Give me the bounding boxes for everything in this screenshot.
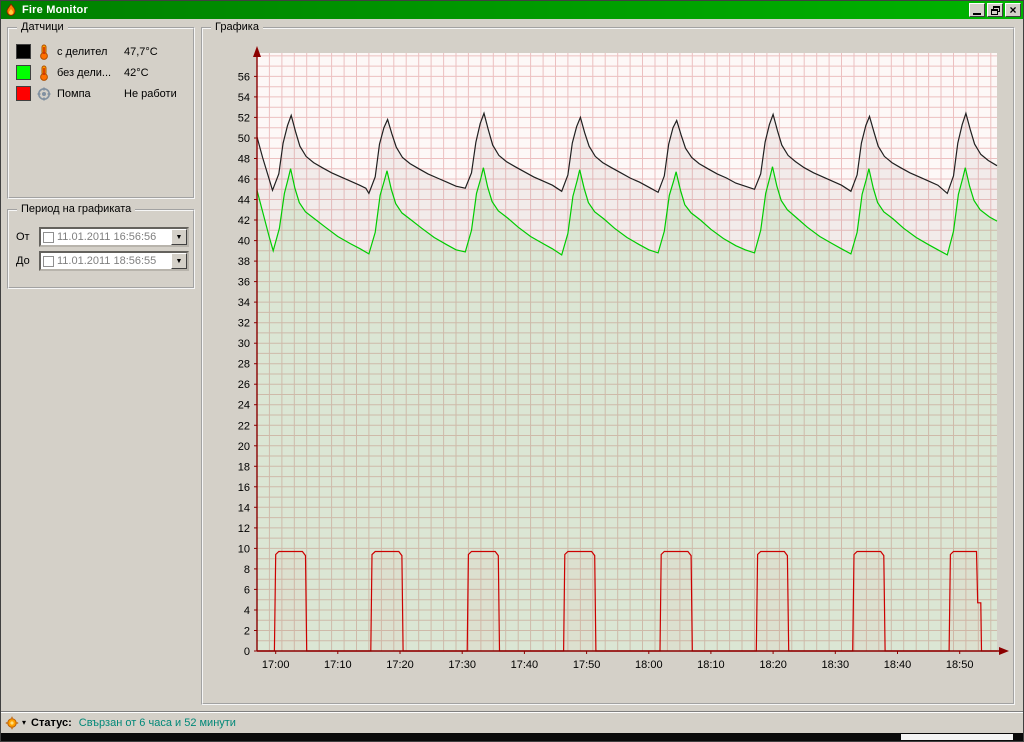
svg-text:17:00: 17:00 (262, 659, 290, 671)
sensor-value: 47,7°C (124, 46, 158, 58)
svg-text:18:00: 18:00 (635, 659, 663, 671)
pump-icon (36, 86, 52, 102)
svg-text:52: 52 (238, 112, 250, 124)
svg-text:18:50: 18:50 (946, 659, 974, 671)
titlebar[interactable]: Fire Monitor × (1, 1, 1023, 19)
svg-text:26: 26 (238, 379, 250, 391)
svg-text:44: 44 (238, 195, 250, 207)
svg-text:0: 0 (244, 646, 250, 658)
svg-text:18:10: 18:10 (697, 659, 725, 671)
sensor-value: 42°C (124, 67, 149, 79)
svg-text:10: 10 (238, 543, 250, 555)
period-to-row: До 11.01.2011 18:56:55 ▼ (9, 249, 193, 273)
graph-svg: 0246810121416182022242628303234363840424… (205, 39, 1011, 693)
graph-groupbox: Графика 02468101214161820222426283032343… (201, 27, 1015, 705)
graph-legend: Графика (211, 21, 263, 33)
svg-text:22: 22 (238, 420, 250, 432)
restore-icon (991, 6, 1000, 15)
sensors-groupbox: Датчици с делител 47,7°C без дели (7, 27, 195, 199)
svg-text:4: 4 (244, 605, 250, 617)
sensor-row-divider: с делител 47,7°C (9, 41, 193, 62)
status-dropdown-icon[interactable]: ▾ (22, 719, 26, 727)
svg-text:8: 8 (244, 564, 250, 576)
svg-text:17:40: 17:40 (511, 659, 539, 671)
svg-text:17:10: 17:10 (324, 659, 352, 671)
sensors-legend: Датчици (17, 21, 68, 33)
svg-text:18: 18 (238, 461, 250, 473)
period-to-label: До (16, 255, 34, 267)
status-icon (5, 716, 19, 730)
sensor-value: Не работи (124, 88, 177, 100)
svg-text:38: 38 (238, 256, 250, 268)
sensor-row-pump: Помпа Не работи (9, 83, 193, 104)
svg-text:14: 14 (238, 502, 250, 514)
chevron-down-icon[interactable]: ▼ (171, 229, 187, 245)
svg-text:46: 46 (238, 174, 250, 186)
close-icon: × (1009, 5, 1016, 15)
status-label: Статус: (31, 717, 72, 729)
period-from-row: От 11.01.2011 16:56:56 ▼ (9, 225, 193, 249)
svg-text:18:40: 18:40 (884, 659, 912, 671)
period-from-value[interactable]: 11.01.2011 16:56:56 (57, 231, 171, 243)
period-from-picker[interactable]: 11.01.2011 16:56:56 ▼ (39, 227, 189, 247)
datetime-checkbox[interactable] (43, 256, 54, 267)
svg-text:48: 48 (238, 154, 250, 166)
client-area: Датчици с делител 47,7°C без дели (1, 19, 1023, 711)
svg-text:6: 6 (244, 584, 250, 596)
minimize-button[interactable] (969, 3, 985, 17)
close-button[interactable]: × (1005, 3, 1021, 17)
svg-text:42: 42 (238, 215, 250, 227)
svg-text:24: 24 (238, 400, 250, 412)
taskbar-sliver (1, 733, 1023, 741)
app-flame-icon (4, 3, 18, 17)
period-legend: Период на графиката (17, 203, 135, 215)
status-value: Свързан от 6 часа и 52 минути (79, 717, 236, 729)
svg-text:16: 16 (238, 482, 250, 494)
svg-text:2: 2 (244, 626, 250, 638)
minimize-icon (973, 13, 981, 15)
svg-text:12: 12 (238, 523, 250, 535)
taskbar-window[interactable] (901, 734, 1013, 740)
sensor-label: без дели... (57, 67, 119, 79)
datetime-checkbox[interactable] (43, 232, 54, 243)
svg-text:18:20: 18:20 (759, 659, 787, 671)
thermometer-icon (36, 44, 52, 60)
svg-text:50: 50 (238, 133, 250, 145)
svg-text:36: 36 (238, 277, 250, 289)
sensor-label: Помпа (57, 88, 119, 100)
sensor-row-no-divider: без дели... 42°C (9, 62, 193, 83)
svg-text:34: 34 (238, 297, 250, 309)
thermometer-icon (36, 65, 52, 81)
svg-text:32: 32 (238, 318, 250, 330)
svg-text:28: 28 (238, 359, 250, 371)
series-color-swatch-black (16, 44, 31, 59)
period-to-value[interactable]: 11.01.2011 18:56:55 (57, 255, 171, 267)
series-color-swatch-green (16, 65, 31, 80)
window-title: Fire Monitor (22, 4, 967, 16)
sensor-label: с делител (57, 46, 119, 58)
svg-text:54: 54 (238, 92, 250, 104)
svg-text:20: 20 (238, 441, 250, 453)
statusbar: ▾ Статус: Свързан от 6 часа и 52 минути (1, 711, 1023, 733)
svg-text:18:30: 18:30 (822, 659, 850, 671)
period-from-label: От (16, 231, 34, 243)
restore-button[interactable] (987, 3, 1003, 17)
svg-text:17:50: 17:50 (573, 659, 601, 671)
svg-text:17:20: 17:20 (386, 659, 414, 671)
series-color-swatch-red (16, 86, 31, 101)
svg-text:56: 56 (238, 71, 250, 83)
svg-text:30: 30 (238, 338, 250, 350)
chevron-down-icon[interactable]: ▼ (171, 253, 187, 269)
app-window: Fire Monitor × Датчици с делител 47,7°C (0, 0, 1024, 742)
period-groupbox: Период на графиката От 11.01.2011 16:56:… (7, 209, 195, 289)
svg-text:17:30: 17:30 (448, 659, 476, 671)
period-to-picker[interactable]: 11.01.2011 18:56:55 ▼ (39, 251, 189, 271)
svg-text:40: 40 (238, 236, 250, 248)
